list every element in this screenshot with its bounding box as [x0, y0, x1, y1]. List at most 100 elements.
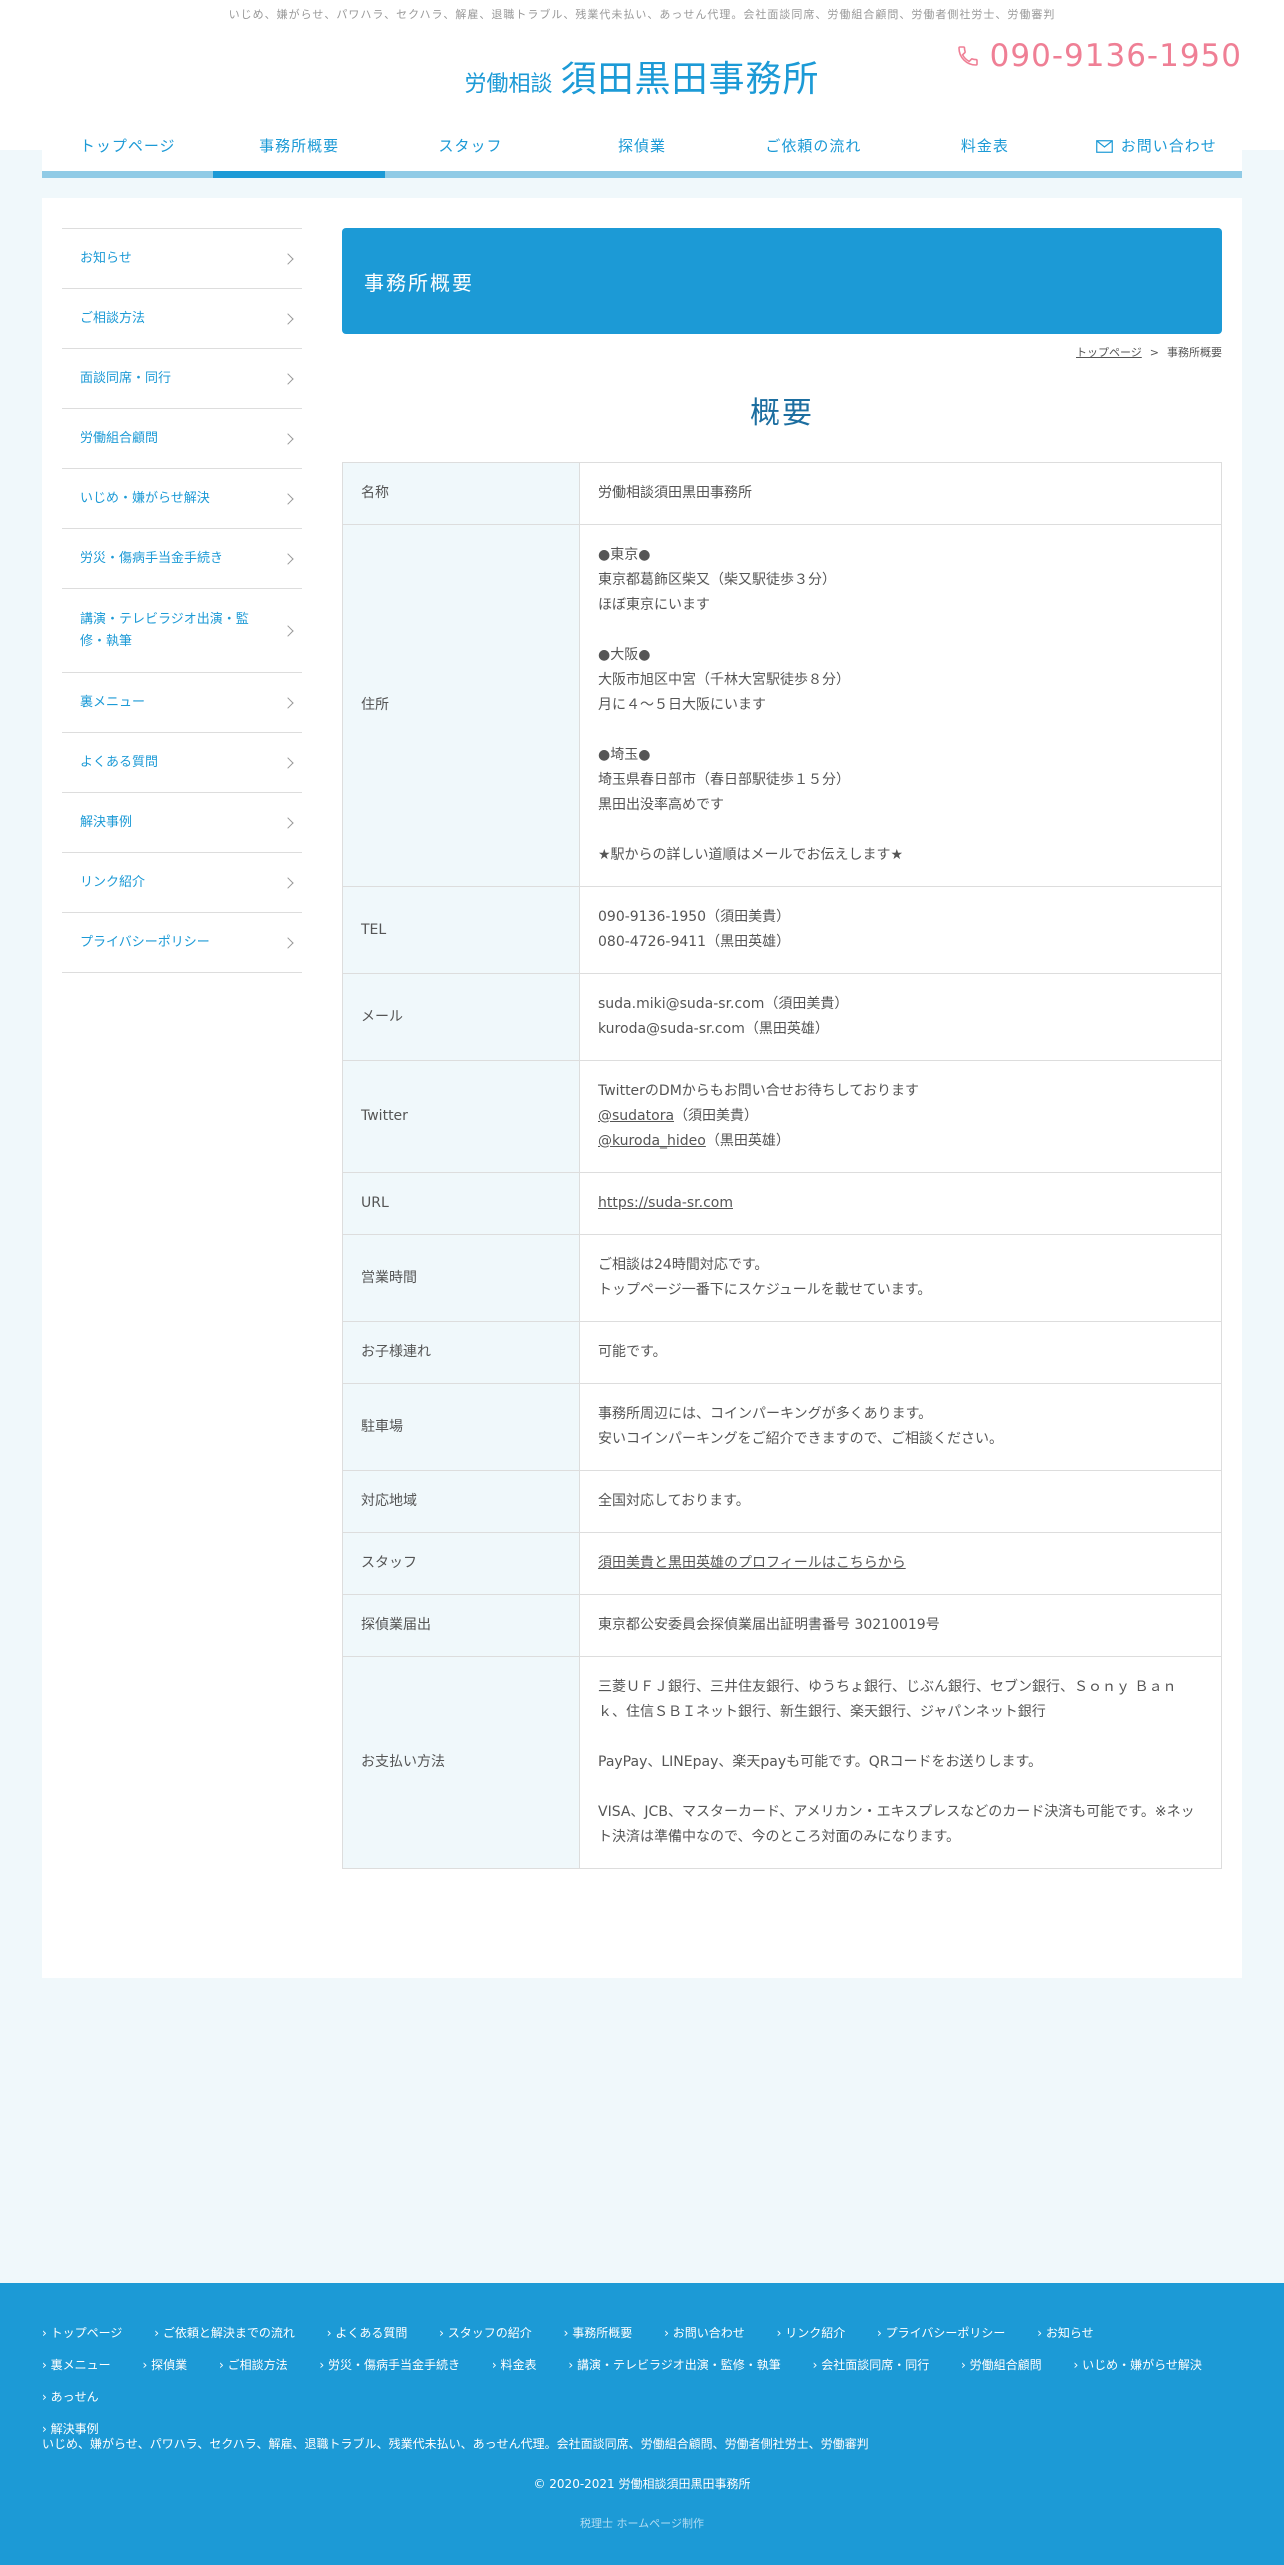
sidebar-item-label: 講演・テレビラジオ出演・監修・執筆	[80, 611, 249, 649]
sidebar-item-faq[interactable]: よくある質問	[62, 733, 302, 793]
phone-icon	[957, 46, 978, 66]
overview-table: 名称 労働相談須田黒田事務所 住所 ●東京● 東京都葛飾区柴又（柴又駅徒歩３分）…	[342, 462, 1222, 1869]
mail-suda: suda.miki@suda-sr.com（須田美貴）	[598, 996, 849, 1012]
row-value-area: 全国対応しております。	[579, 1470, 1222, 1533]
footer-link[interactable]: プライバシーポリシー	[877, 2317, 1006, 2349]
table-row: Twitter TwitterのDMからもお問い合せお待ちしております @sud…	[342, 1060, 1222, 1173]
sidebar-item-label: よくある質問	[80, 754, 159, 770]
table-row: 駐車場 事務所周辺には、コインパーキングが多くあります。 安いコインパーキングを…	[342, 1383, 1222, 1471]
nav-detective[interactable]: 探偵業	[556, 126, 727, 171]
footer-link[interactable]: 事務所概要	[564, 2317, 632, 2349]
row-value-detective: 東京都公安委員会探偵業届出証明書番号 30210019号	[579, 1594, 1222, 1657]
sidebar-item-consultation[interactable]: ご相談方法	[62, 289, 302, 349]
row-value-mail: suda.miki@suda-sr.com（須田美貴） kuroda@suda-…	[579, 973, 1222, 1061]
address-osaka: 大阪市旭区中宮（千林大宮駅徒歩８分）	[598, 672, 850, 688]
address-osaka-head: ●大阪●	[598, 647, 651, 663]
footer-link[interactable]: 労災・傷病手当金手続き	[319, 2349, 460, 2381]
table-row: スタッフ 須田美貴と黒田英雄のプロフィールはこちらから	[342, 1532, 1222, 1595]
footer-link[interactable]: 会社面談同席・同行	[813, 2349, 929, 2381]
footer-tagline: いじめ、嫌がらせ、パワハラ、セクハラ、解雇、退職トラブル、残業代未払い、あっせん…	[42, 2437, 869, 2451]
twitter-link-kuroda[interactable]: @kuroda_hideo	[598, 1133, 706, 1149]
twitter-link-suda[interactable]: @sudatora	[598, 1108, 674, 1124]
chevron-right-icon	[282, 252, 294, 265]
footer-link[interactable]: スタッフの紹介	[439, 2317, 532, 2349]
mail-icon	[1095, 140, 1113, 153]
footer-link[interactable]: リンク紹介	[777, 2317, 845, 2349]
footer-link[interactable]: お問い合わせ	[664, 2317, 745, 2349]
address-tokyo-head: ●東京●	[598, 547, 651, 563]
footer-link[interactable]: 探偵業	[142, 2349, 187, 2381]
sidebar-item-bullying[interactable]: いじめ・嫌がらせ解決	[62, 469, 302, 529]
hours-line-1: ご相談は24時間対応です。	[598, 1257, 769, 1273]
row-label-kids: お子様連れ	[342, 1321, 580, 1384]
footer-link[interactable]: あっせん	[42, 2381, 99, 2413]
sidebar-item-secret-menu[interactable]: 裏メニュー	[62, 673, 302, 733]
table-row: 住所 ●東京● 東京都葛飾区柴又（柴又駅徒歩３分） ほぼ東京にいます ●大阪● …	[342, 524, 1222, 887]
sidebar-item-label: 労災・傷病手当金手続き	[80, 550, 224, 566]
chevron-right-icon	[282, 624, 294, 637]
breadcrumb-separator: >	[1149, 346, 1159, 359]
logo-main-text: 須田黒田事務所	[560, 59, 820, 100]
hours-line-2: トップページ一番下にスケジュールを載せています。	[598, 1282, 932, 1298]
sidebar-item-label: 労働組合顧問	[80, 430, 159, 446]
sidebar-item-union[interactable]: 労働組合顧問	[62, 409, 302, 469]
footer-link[interactable]: 料金表	[492, 2349, 537, 2381]
table-row: TEL 090-9136-1950（須田美貴） 080-4726-9411（黒田…	[342, 886, 1222, 974]
sidebar-item-label: いじめ・嫌がらせ解決	[80, 490, 210, 506]
table-row: 名称 労働相談須田黒田事務所	[342, 462, 1222, 525]
site-url-link[interactable]: https://suda-sr.com	[598, 1195, 733, 1211]
row-label-hours: 営業時間	[342, 1234, 580, 1322]
staff-profile-link[interactable]: 須田美貴と黒田英雄のプロフィールはこちらから	[598, 1555, 906, 1571]
row-label-url: URL	[342, 1172, 580, 1235]
footer-link[interactable]: いじめ・嫌がらせ解決	[1074, 2349, 1202, 2381]
nav-staff[interactable]: スタッフ	[385, 126, 556, 171]
footer-credit-link[interactable]: 税理士 ホームページ制作	[0, 2515, 1284, 2531]
nav-contact-label: お問い合わせ	[1120, 137, 1217, 155]
sidebar-item-links[interactable]: リンク紹介	[62, 853, 302, 913]
row-label-area: 対応地域	[342, 1470, 580, 1533]
sidebar-item-label: ご相談方法	[80, 310, 146, 326]
sidebar-item-label: お知らせ	[80, 250, 132, 266]
payment-banks: 三菱ＵＦＪ銀行、三井住友銀行、ゆうちょ銀行、じぶん銀行、セブン銀行、Ｓｏｎｙ Ｂ…	[598, 1679, 1177, 1720]
sidebar-item-lectures[interactable]: 講演・テレビラジオ出演・監修・執筆	[62, 589, 302, 673]
breadcrumb: トップページ > 事務所概要	[342, 344, 1222, 360]
footer-link[interactable]: 裏メニュー	[42, 2349, 111, 2381]
sidebar-item-cases[interactable]: 解決事例	[62, 793, 302, 853]
sidebar-item-label: リンク紹介	[80, 874, 146, 890]
row-value-name: 労働相談須田黒田事務所	[579, 462, 1222, 525]
footer-link[interactable]: お知らせ	[1037, 2317, 1094, 2349]
table-row: お子様連れ 可能です。	[342, 1321, 1222, 1384]
address-directions: ★駅からの詳しい道順はメールでお伝えします★	[598, 847, 904, 863]
parking-line-1: 事務所周辺には、コインパーキングが多くあります。	[598, 1406, 933, 1422]
nav-pricing[interactable]: 料金表	[899, 126, 1070, 171]
nav-flow[interactable]: ご依頼の流れ	[728, 126, 899, 171]
sidebar-item-label: 解決事例	[80, 814, 133, 830]
chevron-right-icon	[282, 552, 294, 565]
sidebar-item-workers-comp[interactable]: 労災・傷病手当金手続き	[62, 529, 302, 589]
table-row: 対応地域 全国対応しております。	[342, 1470, 1222, 1533]
nav-top[interactable]: トップページ	[42, 126, 213, 171]
row-value-parking: 事務所周辺には、コインパーキングが多くあります。 安いコインパーキングをご紹介で…	[579, 1383, 1222, 1471]
header-phone[interactable]: 090-9136-1950	[956, 38, 1242, 74]
breadcrumb-home-link[interactable]: トップページ	[1076, 346, 1142, 359]
sidebar-item-meeting[interactable]: 面談同席・同行	[62, 349, 302, 409]
footer-link[interactable]: ご相談方法	[219, 2349, 288, 2381]
nav-contact[interactable]: お問い合わせ	[1071, 126, 1242, 171]
payment-cards: VISA、JCB、マスターカード、アメリカン・エキスプレスなどのカード決済も可能…	[598, 1804, 1195, 1845]
footer-copyright: © 2020-2021 労働相談須田黒田事務所	[533, 2477, 751, 2491]
header-tagline: いじめ、嫌がらせ、パワハラ、セクハラ、解雇、退職トラブル、残業代未払い、あっせん…	[228, 8, 1056, 21]
footer-nav: トップページ ご依頼と解決までの流れ よくある質問 スタッフの紹介 事務所概要 …	[42, 2317, 1242, 2445]
footer-link[interactable]: ご依頼と解決までの流れ	[154, 2317, 295, 2349]
sidebar-item-news[interactable]: お知らせ	[62, 229, 302, 289]
row-value-url: https://suda-sr.com	[579, 1172, 1222, 1235]
row-label-mail: メール	[342, 973, 580, 1061]
nav-office-overview[interactable]: 事務所概要	[213, 126, 386, 178]
footer-link[interactable]: トップページ	[42, 2317, 123, 2349]
footer-link[interactable]: 講演・テレビラジオ出演・監修・執筆	[568, 2349, 781, 2381]
table-row: 営業時間 ご相談は24時間対応です。 トップページ一番下にスケジュールを載せてい…	[342, 1234, 1222, 1322]
row-label-twitter: Twitter	[342, 1060, 580, 1173]
footer-link[interactable]: よくある質問	[327, 2317, 407, 2349]
twitter-name-suda: （須田美貴）	[674, 1108, 759, 1124]
sidebar-item-privacy[interactable]: プライバシーポリシー	[62, 913, 302, 973]
footer-link[interactable]: 労働組合顧問	[961, 2349, 1042, 2381]
